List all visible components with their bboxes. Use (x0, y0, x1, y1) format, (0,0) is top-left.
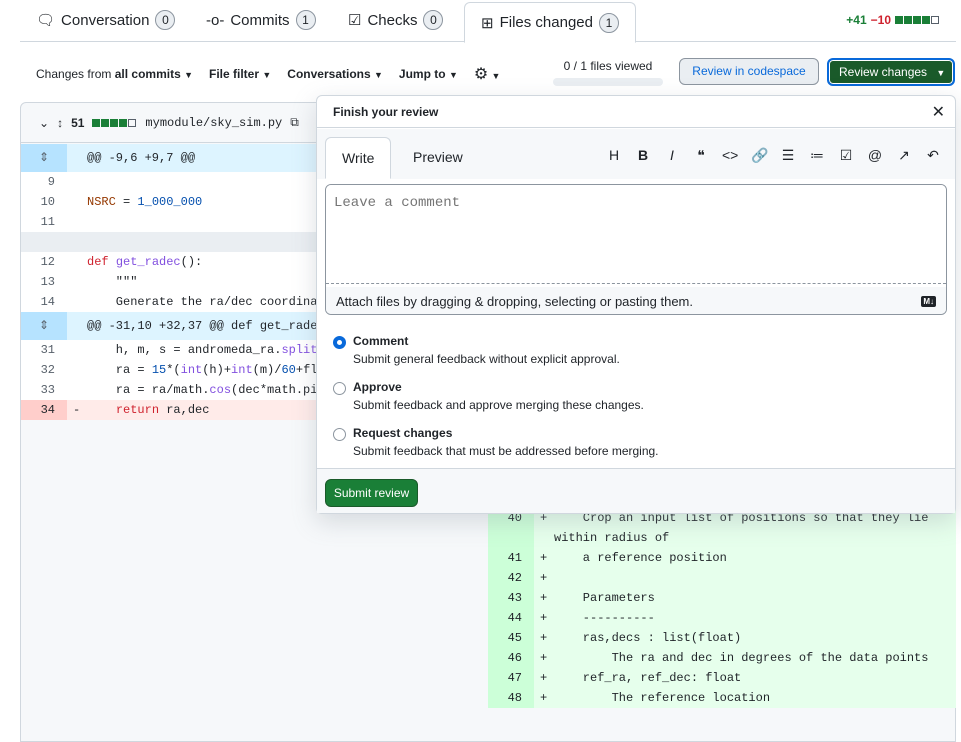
count-badge: 1 (295, 10, 316, 30)
attach-files[interactable]: Attach files by dragging & dropping, sel… (326, 287, 946, 314)
comment-input[interactable] (326, 185, 946, 284)
code: ra = 15*(int(h)+int(m)/60+fl (87, 363, 318, 377)
right-diff-pane: 40 + Crop an input list of positions so t… (488, 508, 956, 708)
radio-request-changes[interactable] (333, 428, 346, 441)
review-in-codespace-button[interactable]: Review in codespace (679, 58, 819, 85)
count-badge: 0 (155, 10, 176, 30)
diffstat-bar (895, 13, 940, 27)
added-line: 47 + ref_ra, ref_dec: float (488, 668, 956, 688)
radio-comment[interactable] (333, 336, 346, 349)
expand-icon[interactable]: ⇕ (21, 312, 67, 340)
code-icon[interactable]: <> (722, 147, 738, 164)
bold-icon[interactable]: B (635, 147, 651, 164)
file-path[interactable]: mymodule/sky_sim.py (145, 116, 282, 130)
code: Generate the ra/dec coordina (87, 295, 318, 309)
link-icon[interactable]: 🔗 (751, 147, 768, 164)
tab-preview[interactable]: Preview (397, 137, 479, 179)
caret-down-icon: ▼ (184, 70, 194, 80)
cross-reference-icon[interactable]: ↗ (896, 147, 912, 164)
files-viewed: 0 / 1 files viewed (553, 59, 663, 86)
added-line: 45 + ras,decs : list(float) (488, 628, 956, 648)
tab-checks[interactable]: ☑ Checks 0 (348, 10, 444, 30)
close-icon[interactable]: ✕ (932, 102, 945, 122)
count-badge: 0 (423, 10, 444, 30)
unordered-list-icon[interactable]: ☰ (780, 147, 796, 164)
caret-down-icon: ▼ (374, 70, 383, 80)
caret-down-icon: ▼ (448, 70, 458, 80)
code: NSRC = 1_000_000 (87, 195, 203, 209)
ordered-list-icon[interactable]: ≔ (809, 147, 825, 164)
chevron-down-icon[interactable]: ⌄ (39, 116, 49, 130)
changes-from-dropdown[interactable]: Changes from all commits ▼ (36, 67, 193, 81)
expand-icon[interactable]: ⇕ (21, 144, 67, 172)
added-line: 43 + Parameters (488, 588, 956, 608)
tab-conversation[interactable]: 🗨 Conversation 0 (36, 10, 176, 30)
option-comment[interactable]: Comment Submit general feedback without e… (333, 334, 620, 366)
caret-down-icon: ▼ (262, 70, 272, 80)
tab-write[interactable]: Write (325, 137, 392, 179)
comment-editor: Attach files by dragging & dropping, sel… (325, 184, 947, 315)
code: h, m, s = andromeda_ra.split (87, 343, 318, 357)
undo-icon[interactable]: ↶ (925, 147, 941, 164)
task-list-icon[interactable]: ☑ (838, 147, 854, 164)
submit-review-button[interactable]: Submit review (325, 479, 418, 507)
diff-toolbar: Changes from all commits ▼ File filter ▼… (36, 64, 500, 84)
option-approve[interactable]: Approve Submit feedback and approve mergi… (333, 380, 644, 412)
tab-commits[interactable]: -o- Commits 1 (206, 10, 316, 30)
added-line: within radius of (488, 528, 956, 548)
code: return ra,dec (115, 403, 210, 417)
added-line: 44 + ---------- (488, 608, 956, 628)
tab-files-changed[interactable]: ⊞ Files changed 1 (464, 2, 636, 43)
finish-review-dialog: Finish your review ✕ Write Preview H B I ❝ <>… (316, 95, 956, 514)
diff-stats: +41 −10 (846, 13, 940, 27)
jump-to-dropdown[interactable]: Jump to ▼ (399, 67, 458, 81)
settings-dropdown[interactable]: ⚙ ▼ (474, 64, 501, 84)
pr-tabs: 🗨 Conversation 0 -o- Commits 1 ☑ Checks 0 ⊞ Fil… (20, 0, 956, 43)
checklist-icon: ☑ (348, 12, 362, 29)
expand-all-icon[interactable]: ↕ (57, 116, 63, 130)
diffstat-bar (92, 116, 137, 130)
markdown-toolbar: H B I ❝ <> 🔗 ☰ ≔ ☑ @ ↗ ↶ (606, 147, 941, 164)
code: def get_radec(): (87, 255, 203, 269)
code: ra = ra/math.cos(dec*math.pi (87, 383, 318, 397)
comment-discussion-icon: 🗨 (36, 12, 56, 29)
count-badge: 1 (598, 12, 619, 33)
copy-icon[interactable]: ⧉ (290, 115, 299, 130)
mention-icon[interactable]: @ (867, 147, 883, 164)
file-filter-dropdown[interactable]: File filter ▼ (209, 67, 271, 81)
italic-icon[interactable]: I (664, 147, 680, 164)
caret-down-icon: ▼ (936, 68, 946, 78)
review-changes-button[interactable]: Review changes ▼ (827, 58, 955, 86)
dialog-title: Finish your review (333, 105, 439, 119)
conversations-dropdown[interactable]: Conversations ▼ (287, 67, 383, 81)
markdown-icon: M↓ (921, 296, 936, 307)
git-commit-icon: -o- (206, 11, 225, 29)
option-request-changes[interactable]: Request changes Submit feedback that must… (333, 426, 659, 458)
added-line: 41 + a reference position (488, 548, 956, 568)
gear-icon: ⚙ (473, 66, 489, 83)
code: """ (87, 275, 138, 289)
added-line: 46 + The ra and dec in degrees of the dat… (488, 648, 956, 668)
file-diff-icon: ⊞ (481, 14, 494, 32)
radio-approve[interactable] (333, 382, 346, 395)
added-line: 42 + (488, 568, 956, 588)
files-viewed-progress (553, 78, 663, 86)
heading-icon[interactable]: H (606, 147, 622, 164)
caret-down-icon: ▼ (491, 71, 501, 81)
added-line: 48 + The reference location (488, 688, 956, 708)
quote-icon[interactable]: ❝ (693, 147, 709, 164)
